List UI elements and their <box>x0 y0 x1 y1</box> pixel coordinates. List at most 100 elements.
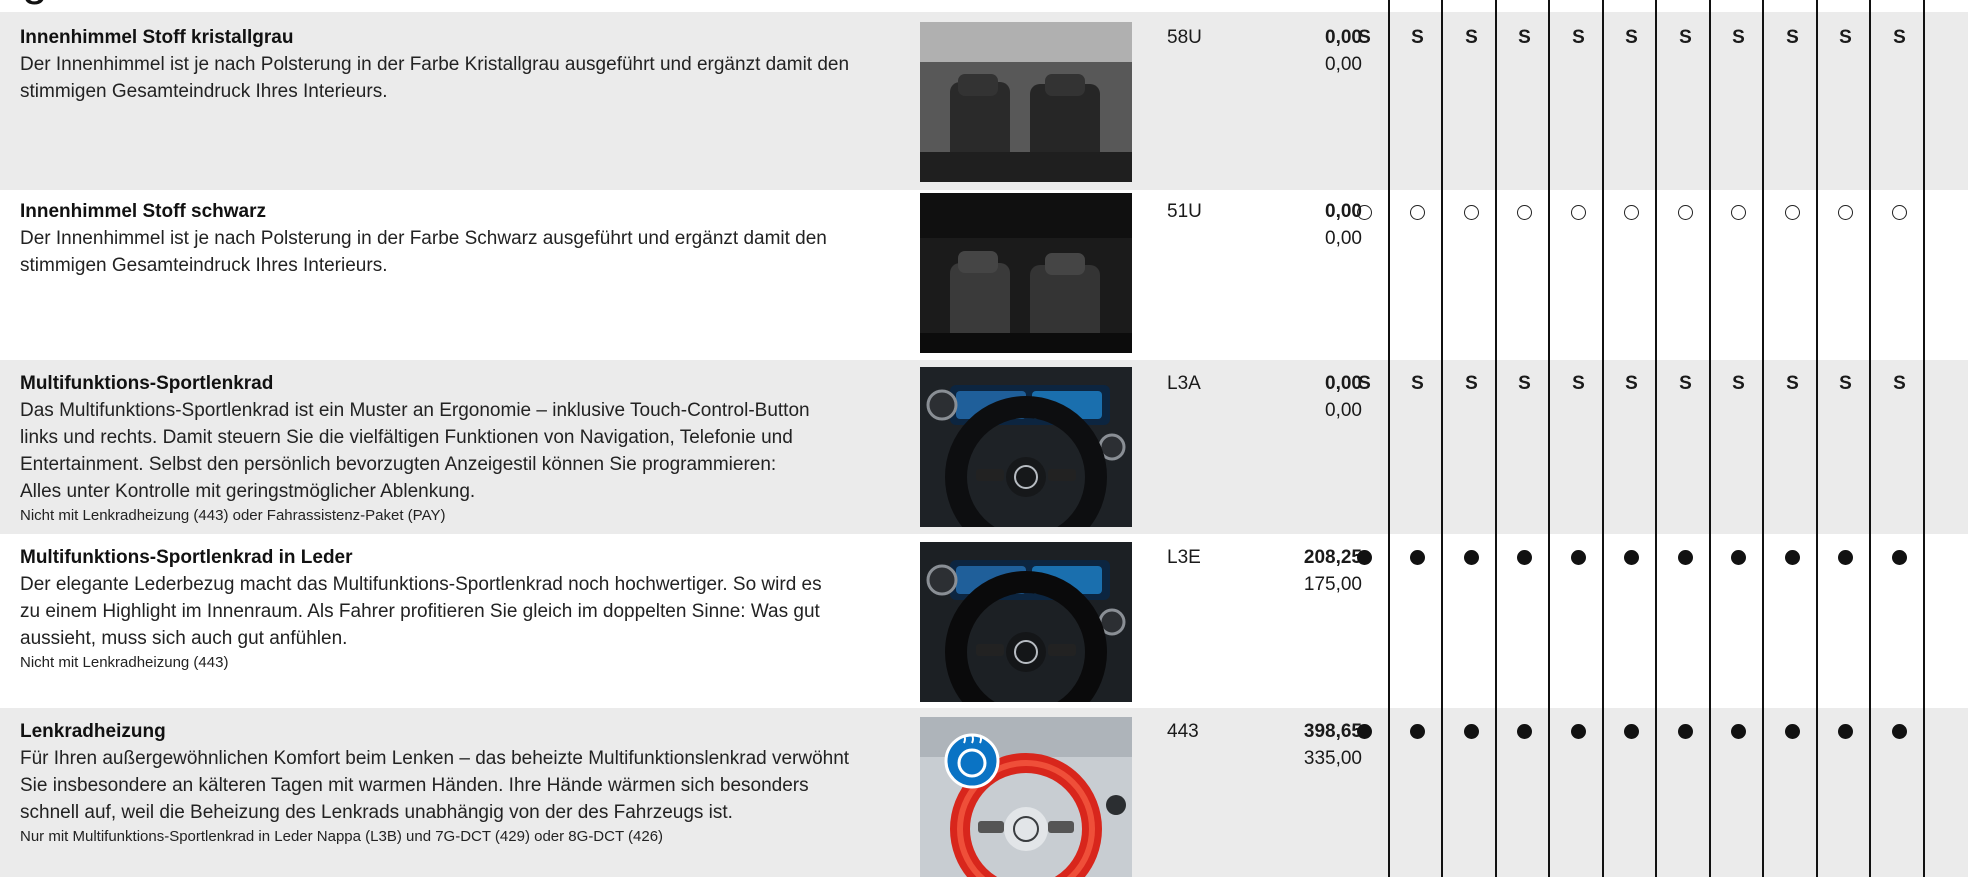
availability-cell <box>1766 718 1819 747</box>
availability-cell: S <box>1625 27 1638 48</box>
column-divider <box>1655 0 1657 877</box>
column-divider <box>1602 0 1604 877</box>
availability-cell <box>1605 544 1658 573</box>
option-title: Multifunktions-Sportlenkrad in Leder <box>20 547 353 568</box>
open-circle-symbol <box>1410 205 1425 220</box>
availability-cell <box>1659 544 1712 573</box>
availability-cell <box>1498 544 1551 573</box>
availability-cell <box>1712 544 1765 573</box>
price-net: 0,00 <box>1325 54 1362 75</box>
availability-cell: S <box>1839 373 1852 394</box>
option-note: Nur mit Multifunktions-Sportlenkrad in L… <box>20 828 664 845</box>
option-description: Multifunktions-Sportlenkrad in Leder Der… <box>20 544 900 674</box>
price-net: 335,00 <box>1303 748 1362 769</box>
filled-circle-symbol <box>1571 550 1586 565</box>
availability-cell <box>1445 198 1498 228</box>
availability-cell <box>1659 718 1712 747</box>
open-circle-symbol <box>1571 205 1586 220</box>
leather-steering-wheel-photo <box>920 542 1132 702</box>
filled-circle-symbol <box>1838 724 1853 739</box>
availability-cell: S <box>1893 373 1906 394</box>
column-divider <box>1709 0 1711 877</box>
option-row: Multifunktions-Sportlenkrad Das Multifun… <box>0 360 1968 534</box>
availability-cell <box>1873 718 1926 747</box>
availability-cell <box>1338 198 1391 228</box>
filled-circle-symbol <box>1678 724 1693 739</box>
open-circle-symbol <box>1838 205 1853 220</box>
option-row: Lenkradheizung Für Ihren außergewöhnlich… <box>0 708 1968 877</box>
option-title: Innenhimmel Stoff schwarz <box>20 201 266 222</box>
availability-cell <box>1605 198 1658 228</box>
column-divider <box>1869 0 1871 877</box>
option-text-line: schnell auf, weil die Beheizung des Lenk… <box>20 802 733 823</box>
availability-cell <box>1819 718 1872 747</box>
filled-circle-symbol <box>1624 724 1639 739</box>
availability-cell <box>1338 718 1391 747</box>
open-circle-symbol <box>1785 205 1800 220</box>
availability-cell <box>1873 198 1926 228</box>
filled-circle-symbol <box>1731 550 1746 565</box>
filled-circle-symbol <box>1357 550 1372 565</box>
availability-cell: S <box>1732 373 1745 394</box>
option-row: Innenhimmel Stoff schwarz Der Innenhimme… <box>0 190 1968 360</box>
column-divider <box>1388 0 1390 877</box>
option-row: Innenhimmel Stoff kristallgrau Der Innen… <box>0 12 1968 190</box>
availability-cell: S <box>1679 27 1692 48</box>
availability-cell <box>1552 198 1605 228</box>
price: 0,00 0,00 <box>1162 370 1362 424</box>
availability-cell: S <box>1572 373 1585 394</box>
price-gross: 0,00 <box>1325 27 1362 48</box>
filled-circle-symbol <box>1357 724 1372 739</box>
interior-ceiling-grey-photo <box>920 22 1132 182</box>
open-circle-symbol <box>1357 205 1372 220</box>
heated-steering-wheel-photo <box>920 717 1132 877</box>
section-heading-cutoff: g <box>22 0 48 2</box>
option-description: Lenkradheizung Für Ihren außergewöhnlich… <box>20 718 900 848</box>
availability-cell: S <box>1786 27 1799 48</box>
availability-cell: S <box>1518 373 1531 394</box>
availability-cell <box>1552 544 1605 573</box>
option-text-line: Der elegante Lederbezug macht das Multif… <box>20 574 822 595</box>
filled-circle-symbol <box>1464 550 1479 565</box>
filled-circle-symbol <box>1410 724 1425 739</box>
availability-cell: S <box>1518 27 1531 48</box>
option-title: Lenkradheizung <box>20 721 166 742</box>
availability-cell <box>1391 544 1444 573</box>
price: 0,00 0,00 <box>1162 24 1362 78</box>
availability-cell <box>1391 718 1444 747</box>
filled-circle-symbol <box>1517 550 1532 565</box>
availability-cell <box>1873 544 1926 573</box>
availability-cell <box>1445 718 1498 747</box>
filled-circle-symbol <box>1410 550 1425 565</box>
price-net: 0,00 <box>1325 228 1362 249</box>
availability-cell: S <box>1786 373 1799 394</box>
filled-circle-symbol <box>1624 550 1639 565</box>
option-text-line: stimmigen Gesamteindruck Ihres Interieur… <box>20 81 388 102</box>
option-description: Innenhimmel Stoff schwarz Der Innenhimme… <box>20 198 900 279</box>
column-divider <box>1548 0 1550 877</box>
price-gross: 0,00 <box>1325 373 1362 394</box>
option-text-line: Sie insbesondere an kälteren Tagen mit w… <box>20 775 809 796</box>
option-note: Nicht mit Lenkradheizung (443) oder Fahr… <box>20 507 446 524</box>
availability-cell <box>1605 718 1658 747</box>
price-net: 0,00 <box>1325 400 1362 421</box>
price-gross: 208,25 <box>1303 547 1362 568</box>
column-divider <box>1923 0 1925 877</box>
option-row: Multifunktions-Sportlenkrad in Leder Der… <box>0 534 1968 708</box>
open-circle-symbol <box>1678 205 1693 220</box>
option-text-line: Der Innenhimmel ist je nach Polsterung i… <box>20 228 827 249</box>
availability-cell: S <box>1839 27 1852 48</box>
availability-cell <box>1712 198 1765 228</box>
option-text-line: zu einem Highlight im Innenraum. Als Fah… <box>20 601 820 622</box>
filled-circle-symbol <box>1892 724 1907 739</box>
availability-cell <box>1819 544 1872 573</box>
availability-cell: S <box>1732 27 1745 48</box>
price-gross: 0,00 <box>1325 201 1362 222</box>
option-text-line: Entertainment. Selbst den persönlich bev… <box>20 454 777 475</box>
availability-cell <box>1712 718 1765 747</box>
filled-circle-symbol <box>1731 724 1746 739</box>
filled-circle-symbol <box>1838 550 1853 565</box>
availability-cell <box>1766 544 1819 573</box>
column-divider <box>1441 0 1443 877</box>
option-text-line: links und rechts. Damit steuern Sie die … <box>20 427 793 448</box>
